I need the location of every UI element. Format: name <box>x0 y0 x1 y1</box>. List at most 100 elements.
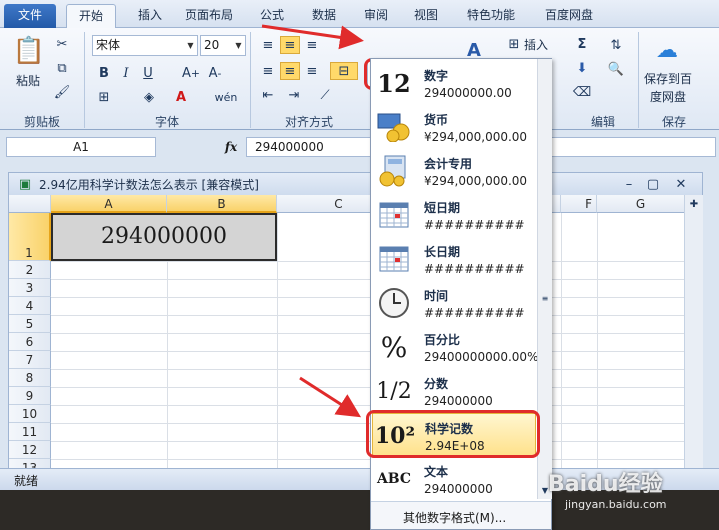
align-bottom-icon[interactable]: ≡ <box>302 36 322 54</box>
column-header-a[interactable]: A <box>51 195 167 213</box>
row-header[interactable]: 4 <box>9 297 51 315</box>
grid-line <box>277 213 278 468</box>
more-number-formats[interactable]: 其他数字格式(M)... <box>371 501 551 529</box>
italic-icon[interactable]: I <box>118 64 134 82</box>
tab-view[interactable]: 视图 <box>406 4 446 28</box>
align-top-icon[interactable]: ≡ <box>258 36 278 54</box>
tab-home[interactable]: 开始 <box>66 4 116 29</box>
tab-baidu-pan[interactable]: 百度网盘 <box>536 4 602 28</box>
grid-line <box>51 333 684 334</box>
insert-function-icon[interactable]: fx <box>218 137 244 157</box>
format-option-name: 数字 <box>424 69 449 83</box>
insert-cells-button[interactable]: 插入 <box>524 36 548 53</box>
format-option-time[interactable]: 时间 ########## <box>372 281 536 325</box>
paste-icon[interactable]: 📋 <box>13 34 45 68</box>
orientation-icon[interactable]: ⟋ <box>314 86 336 104</box>
format-option-accounting[interactable]: 会计专用 ¥294,000,000.00 <box>372 149 536 193</box>
row-header[interactable]: 10 <box>9 405 51 423</box>
copy-icon[interactable]: ⧉ <box>54 60 70 76</box>
align-left-icon[interactable]: ≡ <box>258 62 278 80</box>
decrease-indent-icon[interactable]: ⇤ <box>258 86 278 104</box>
format-option-short-date[interactable]: 短日期 ########## <box>372 193 536 237</box>
tab-file[interactable]: 文件 <box>4 4 56 28</box>
format-option-preview: 294000000 <box>424 482 493 496</box>
row-header[interactable]: 6 <box>9 333 51 351</box>
minimize-icon[interactable]: – <box>621 176 637 192</box>
row-header[interactable]: 13 <box>9 459 51 468</box>
number-format-dropdown[interactable]: 12 数字 294000000.00 货币 ¥294,000,000.00 会计… <box>370 58 552 530</box>
row-header[interactable]: 8 <box>9 369 51 387</box>
align-middle-icon[interactable]: ≡ <box>280 36 300 54</box>
merge-center-icon[interactable]: ⊟ <box>330 62 358 80</box>
chevron-down-icon[interactable]: ▼ <box>184 36 197 55</box>
plus-icon[interactable]: ✚ <box>687 197 701 211</box>
format-option-preview: ########## <box>424 306 525 320</box>
watermark-url: jingyan.baidu.com <box>565 498 667 511</box>
row-header[interactable]: 9 <box>9 387 51 405</box>
save-to-baidu-button[interactable]: 保存到百 <box>644 70 692 87</box>
chevron-down-icon[interactable]: ▼ <box>232 36 245 55</box>
find-select-icon[interactable]: 🔍 <box>604 60 628 78</box>
format-option-fraction[interactable]: 1/2 分数 294000000 <box>372 369 536 413</box>
font-name-value: 宋体 <box>96 38 121 52</box>
insert-cells-icon[interactable]: ⊞ <box>506 36 522 52</box>
format-painter-icon[interactable]: 🖌 <box>54 84 71 100</box>
column-header-g[interactable]: G <box>597 195 684 213</box>
name-box[interactable]: A1 <box>6 137 156 157</box>
text-format-icon: ABC <box>376 471 412 487</box>
save-to-baidu-button-line2[interactable]: 度网盘 <box>650 88 686 105</box>
column-header-f[interactable]: F <box>561 195 597 213</box>
font-name-combo[interactable]: 宋体 ▼ <box>92 35 198 56</box>
format-option-percent[interactable]: % 百分比 29400000000.00% <box>372 325 539 369</box>
close-icon[interactable]: ✕ <box>673 176 689 192</box>
row-header[interactable]: 2 <box>9 261 51 279</box>
fill-color-icon[interactable]: ◈ <box>140 88 158 106</box>
tab-data[interactable]: 数据 <box>304 4 344 28</box>
paste-button[interactable]: 粘贴 <box>16 72 40 89</box>
fill-icon[interactable]: ⬇ <box>574 60 590 76</box>
select-all-corner[interactable] <box>9 195 51 213</box>
row-header[interactable]: 12 <box>9 441 51 459</box>
row-header[interactable]: 11 <box>9 423 51 441</box>
font-size-combo[interactable]: 20 ▼ <box>200 35 246 56</box>
clear-icon[interactable]: ⌫ <box>573 84 591 100</box>
row-header[interactable]: 3 <box>9 279 51 297</box>
bold-icon[interactable]: B <box>96 64 112 82</box>
align-right-icon[interactable]: ≡ <box>302 62 322 80</box>
cut-icon[interactable]: ✂ <box>54 36 70 52</box>
worksheet-grid[interactable]: A B C D E F G 1 2 3 4 5 6 7 8 9 10 11 12… <box>8 195 684 468</box>
group-label-alignment: 对齐方式 <box>284 115 333 129</box>
sort-filter-icon[interactable]: ⇅ <box>604 36 628 54</box>
tab-page-layout[interactable]: 页面布局 <box>178 4 240 28</box>
increase-indent-icon[interactable]: ⇥ <box>284 86 304 104</box>
borders-icon[interactable]: ⊞ <box>96 88 112 106</box>
grow-font-icon[interactable]: A + <box>182 64 200 82</box>
font-color-icon[interactable]: A <box>172 88 190 106</box>
format-option-text[interactable]: ABC 文本 294000000 <box>372 457 536 501</box>
scroll-grip-icon[interactable]: ≡ <box>541 293 549 303</box>
cell-a1-merged[interactable]: 294000000 <box>51 213 277 261</box>
tab-formulas[interactable]: 公式 <box>252 4 292 28</box>
format-option-number[interactable]: 12 数字 294000000.00 <box>372 61 536 105</box>
shrink-font-icon[interactable]: A- <box>206 64 224 82</box>
grid-line <box>51 459 684 460</box>
format-option-currency[interactable]: 货币 ¥294,000,000.00 <box>372 105 536 149</box>
format-option-name: 时间 <box>424 289 449 303</box>
underline-icon[interactable]: U <box>140 64 156 82</box>
format-option-name: 长日期 <box>424 245 461 259</box>
align-center-icon[interactable]: ≡ <box>280 62 300 80</box>
tab-insert[interactable]: 插入 <box>128 4 172 28</box>
row-header[interactable]: 5 <box>9 315 51 333</box>
vertical-scrollbar[interactable]: ✚ <box>684 195 703 468</box>
phonetic-icon[interactable]: wén <box>214 88 238 106</box>
baidu-pan-icon[interactable]: ☁ <box>652 36 682 64</box>
row-header[interactable]: 7 <box>9 351 51 369</box>
column-header-b[interactable]: B <box>167 195 277 213</box>
row-header-1[interactable]: 1 <box>9 213 51 261</box>
autosum-icon[interactable]: Σ <box>574 36 590 52</box>
tab-review[interactable]: 审阅 <box>356 4 396 28</box>
restore-icon[interactable]: ▢ <box>645 176 661 192</box>
format-option-long-date[interactable]: 长日期 ########## <box>372 237 536 281</box>
format-option-preview: 294000000.00 <box>424 86 512 100</box>
tab-special[interactable]: 特色功能 <box>458 4 524 28</box>
